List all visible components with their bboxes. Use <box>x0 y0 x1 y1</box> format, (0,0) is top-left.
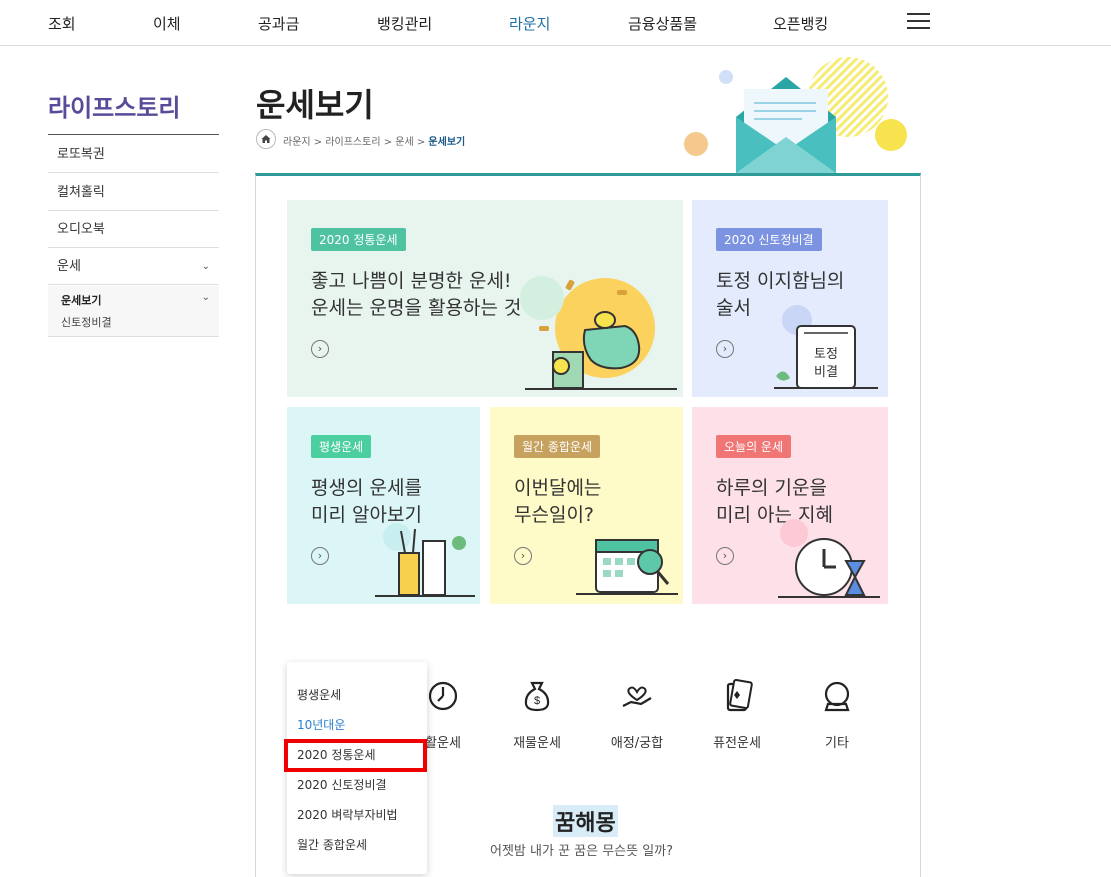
dropdown-option[interactable]: 2020 벼락부자비법 <box>297 806 398 823</box>
page-title: 운세보기 <box>256 86 374 124</box>
tile-badge: 2020 정통운세 <box>311 228 406 251</box>
tile-2020-fortune[interactable]: 2020 정통운세 좋고 나쁨이 분명한 운세! 운세는 운명을 활용하는 것 … <box>287 200 683 397</box>
money-bag-illustration <box>520 276 677 390</box>
dream-section-title: 꿈해몽 <box>553 805 618 837</box>
tile-today-fortune[interactable]: 오늘의 운세 하루의 기운을 미리 아는 지혜 › <box>692 407 888 604</box>
tile-badge: 2020 신토정비결 <box>716 228 822 251</box>
tile-heading: 평생의 운세를 <box>311 477 422 499</box>
book-title-line: 비결 <box>814 364 838 379</box>
heart-hand-icon <box>622 686 652 707</box>
nav-item-open-banking[interactable]: 오픈뱅킹 <box>773 13 828 34</box>
book-illustration: 토정 비결 <box>774 305 878 389</box>
sidebar-item-label: 컬쳐홀릭 <box>57 185 105 200</box>
category-label: 퓨전운세 <box>713 736 761 751</box>
nav-item-financial-mall[interactable]: 금융상품몰 <box>628 13 697 34</box>
category-label: 애정/궁합 <box>610 736 664 751</box>
tile-badge: 월간 종합운세 <box>514 435 601 458</box>
breadcrumb-path[interactable]: 라운지 > 라이프스토리 > 운세 > <box>283 137 428 148</box>
tile-heading: 이번달에는 <box>514 477 602 499</box>
arrow-right-icon[interactable]: › <box>514 547 532 565</box>
nav-item-bills[interactable]: 공과금 <box>258 13 299 34</box>
arrow-right-icon[interactable]: › <box>311 547 329 565</box>
chevron-down-icon: ⌄ <box>201 261 210 272</box>
sidebar-title: 라이프스토리 <box>48 94 181 122</box>
dream-section-subtitle: 어젯밤 내가 꾼 꿈은 무슨뜻 일까? <box>490 844 674 859</box>
tile-badge: 평생운세 <box>311 435 372 458</box>
cards-icon <box>726 678 753 712</box>
menu-icon[interactable] <box>907 13 930 30</box>
sidebar-divider <box>48 134 219 135</box>
tile-badge: 오늘의 운세 <box>716 435 792 458</box>
arrow-right-icon[interactable]: › <box>311 340 329 358</box>
tile-heading: 토정 이지함님의 <box>716 270 845 292</box>
nav-item-banking-management[interactable]: 뱅킹관리 <box>377 13 432 34</box>
category-love[interactable]: 애정/궁합 <box>592 678 682 751</box>
dropdown-option[interactable]: 2020 신토정비결 <box>297 776 387 793</box>
dropdown-option[interactable]: 월간 종합운세 <box>297 836 367 853</box>
nav-item-lounge[interactable]: 라운지 <box>509 13 550 34</box>
dropdown-option[interactable]: 10년대운 <box>297 716 345 733</box>
arrow-right-icon[interactable]: › <box>716 340 734 358</box>
clock-hourglass-illustration <box>778 519 880 598</box>
tile-heading: 좋고 나쁨이 분명한 운세! <box>311 270 512 292</box>
sidebar-item-lotto[interactable]: 로또복권 <box>48 136 219 173</box>
category-wealth[interactable]: $ 재물운세 <box>492 678 582 751</box>
book-title-line: 토정 <box>814 346 838 361</box>
sidebar-item-label: 운세 <box>57 259 81 274</box>
tile-heading: 하루의 기운을 <box>716 477 827 499</box>
tile-lifetime-fortune[interactable]: 평생운세 평생의 운세를 미리 알아보기 › <box>287 407 480 604</box>
breadcrumb-current: 운세보기 <box>428 137 466 148</box>
home-icon[interactable] <box>256 129 276 149</box>
svg-text:$: $ <box>534 695 540 707</box>
sidebar-item-label: 오디오북 <box>57 222 105 237</box>
sidebar-item-fortune[interactable]: 운세 ⌄ <box>48 248 219 285</box>
nav-item-transfer[interactable]: 이체 <box>153 13 181 34</box>
sidebar-submenu: 운세보기 ⌄ 신토정비결 <box>48 286 219 337</box>
top-navigation: 조회 이체 공과금 뱅킹관리 라운지 금융상품몰 오픈뱅킹 <box>0 0 1111 46</box>
tile-2020-tojeong[interactable]: 2020 신토정비결 토정 이지함님의 술서 › 토정 비결 <box>692 200 888 397</box>
nav-item-inquiry[interactable]: 조회 <box>48 13 76 34</box>
selection-highlight-box <box>284 739 427 772</box>
clock-icon <box>428 681 458 711</box>
pencil-cup-illustration <box>375 523 475 597</box>
sidebar-item-audiobook[interactable]: 오디오북 <box>48 211 219 248</box>
category-other[interactable]: 기타 <box>792 678 882 751</box>
category-fusion[interactable]: 퓨전운세 <box>692 678 782 751</box>
chevron-down-icon: ⌄ <box>201 292 210 303</box>
sidebar-subitem-tojeong[interactable]: 신토정비결 <box>61 314 112 330</box>
tile-heading: 운세는 운명을 활용하는 것 <box>311 297 522 319</box>
category-label: 기타 <box>825 736 849 751</box>
sidebar-item-culture[interactable]: 컬쳐홀릭 <box>48 174 219 211</box>
category-label: 재물운세 <box>513 736 561 751</box>
calendar-illustration <box>576 539 678 595</box>
crystal-ball-icon <box>824 681 850 712</box>
tile-heading: 술서 <box>716 297 751 319</box>
arrow-right-icon[interactable]: › <box>716 547 734 565</box>
sidebar-subitem-fortune-view[interactable]: 운세보기 <box>61 292 101 308</box>
envelope-illustration <box>684 57 907 173</box>
dropdown-option[interactable]: 평생운세 <box>297 686 341 703</box>
money-bag-icon: $ <box>524 681 550 712</box>
tile-monthly-fortune[interactable]: 월간 종합운세 이번달에는 무슨일이? › <box>490 407 683 604</box>
sidebar-item-label: 로또복권 <box>57 147 105 162</box>
